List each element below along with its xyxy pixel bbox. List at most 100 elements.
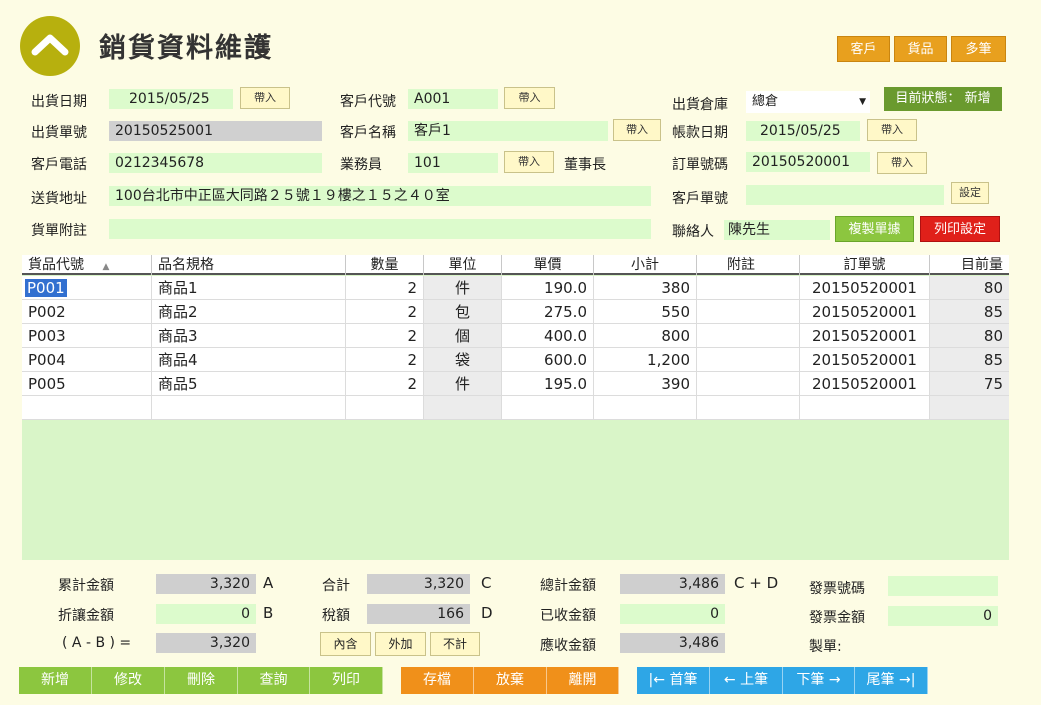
cust-code-field[interactable]: A001 <box>408 89 498 109</box>
col-header-qty[interactable]: 數量 <box>346 255 424 275</box>
first-record-button[interactable]: |← 首筆 <box>637 667 710 694</box>
cell-code[interactable] <box>22 396 152 420</box>
cell-qty[interactable] <box>346 396 424 420</box>
delete-button[interactable]: 刪除 <box>165 667 238 694</box>
cust-phone-field[interactable]: 0212345678 <box>109 153 322 173</box>
bill-date-field[interactable]: 2015/05/25 <box>746 121 860 141</box>
cust-name-import-button[interactable]: 帶入 <box>613 119 661 141</box>
cell-order[interactable]: 20150520001 <box>800 324 930 348</box>
cell-subtotal[interactable] <box>594 396 697 420</box>
cell-note[interactable] <box>697 276 800 300</box>
cell-stock[interactable]: 75 <box>930 372 1009 396</box>
table-row[interactable]: P005 商品5 2 件 195.0 390 20150520001 75 <box>22 372 1009 396</box>
cell-stock[interactable]: 85 <box>930 348 1009 372</box>
goods-button[interactable]: 貨品 <box>894 36 947 62</box>
cell-note[interactable] <box>697 348 800 372</box>
save-button[interactable]: 存檔 <box>401 667 474 694</box>
cell-price[interactable]: 190.0 <box>502 276 594 300</box>
order-no-import-button[interactable]: 帶入 <box>877 152 927 174</box>
cell-order[interactable]: 20150520001 <box>800 372 930 396</box>
cell-qty[interactable]: 2 <box>346 276 424 300</box>
next-record-button[interactable]: 下筆 → <box>783 667 855 694</box>
cell-price[interactable]: 195.0 <box>502 372 594 396</box>
table-row[interactable]: P001 商品1 2 件 190.0 380 20150520001 80 <box>22 276 1009 300</box>
table-row[interactable]: P002 商品2 2 包 275.0 550 20150520001 85 <box>22 300 1009 324</box>
col-header-stock[interactable]: 目前量 <box>930 255 1009 275</box>
cell-subtotal[interactable]: 380 <box>594 276 697 300</box>
sales-field[interactable]: 101 <box>408 153 498 173</box>
cell-order[interactable]: 20150520001 <box>800 348 930 372</box>
last-record-button[interactable]: 尾筆 →| <box>855 667 928 694</box>
cell-unit[interactable]: 個 <box>424 324 502 348</box>
col-header-name[interactable]: 品名規格 <box>152 255 346 275</box>
new-button[interactable]: 新增 <box>19 667 92 694</box>
cust-name-field[interactable]: 客戶1 <box>408 121 608 141</box>
prev-record-button[interactable]: ← 上筆 <box>710 667 783 694</box>
cell-name[interactable]: 商品1 <box>152 276 346 300</box>
cell-note[interactable] <box>697 396 800 420</box>
print-button[interactable]: 列印 <box>310 667 383 694</box>
cell-name[interactable]: 商品3 <box>152 324 346 348</box>
cell-stock[interactable]: 85 <box>930 300 1009 324</box>
address-field[interactable]: 100台北市中正區大同路２５號１９樓之１５之４０室 <box>109 186 651 206</box>
cell-name[interactable]: 商品5 <box>152 372 346 396</box>
selected-cell-text[interactable]: P001 <box>25 279 67 297</box>
note-field[interactable] <box>109 219 651 239</box>
cell-price[interactable]: 400.0 <box>502 324 594 348</box>
cell-order[interactable] <box>800 396 930 420</box>
edit-button[interactable]: 修改 <box>92 667 165 694</box>
cell-price[interactable]: 275.0 <box>502 300 594 324</box>
ship-date-import-button[interactable]: 帶入 <box>240 87 290 109</box>
table-row[interactable] <box>22 396 1009 420</box>
contact-field[interactable]: 陳先生 <box>724 220 830 240</box>
cell-order[interactable]: 20150520001 <box>800 300 930 324</box>
bill-date-import-button[interactable]: 帶入 <box>867 119 917 141</box>
cell-subtotal[interactable]: 550 <box>594 300 697 324</box>
cell-code[interactable]: P003 <box>22 324 152 348</box>
exit-button[interactable]: 離開 <box>547 667 619 694</box>
cell-subtotal[interactable]: 1,200 <box>594 348 697 372</box>
tax-exclusive-button[interactable]: 外加 <box>375 632 426 656</box>
warehouse-select[interactable]: 總倉 ▼ <box>746 91 870 113</box>
cell-code[interactable]: P001 <box>22 276 152 300</box>
cell-price[interactable]: 600.0 <box>502 348 594 372</box>
cell-note[interactable] <box>697 300 800 324</box>
col-header-unit[interactable]: 單位 <box>424 255 502 275</box>
cell-stock[interactable]: 80 <box>930 324 1009 348</box>
cell-unit[interactable] <box>424 396 502 420</box>
col-header-subtotal[interactable]: 小計 <box>594 255 697 275</box>
print-setting-button[interactable]: 列印設定 <box>920 216 1000 242</box>
multi-record-button[interactable]: 多筆 <box>951 36 1006 62</box>
cell-qty[interactable]: 2 <box>346 372 424 396</box>
cell-stock[interactable]: 80 <box>930 276 1009 300</box>
cell-qty[interactable]: 2 <box>346 324 424 348</box>
query-button[interactable]: 查詢 <box>238 667 310 694</box>
col-header-order[interactable]: 訂單號 <box>800 255 930 275</box>
discount-field[interactable]: 0 <box>156 604 256 624</box>
cell-note[interactable] <box>697 324 800 348</box>
invoice-no-field[interactable] <box>888 576 998 596</box>
cell-name[interactable]: 商品4 <box>152 348 346 372</box>
customer-button[interactable]: 客戶 <box>837 36 890 62</box>
ship-date-field[interactable]: 2015/05/25 <box>109 89 233 109</box>
received-field[interactable]: 0 <box>620 604 725 624</box>
cell-subtotal[interactable]: 800 <box>594 324 697 348</box>
items-grid[interactable]: 貨品代號 ▲ 品名規格 數量 單位 單價 小計 附註 訂單號 目前量 P001 商… <box>22 255 1009 560</box>
discard-button[interactable]: 放棄 <box>474 667 547 694</box>
order-no-field[interactable]: 20150520001 <box>746 152 870 172</box>
table-row[interactable]: P004 商品4 2 袋 600.0 1,200 20150520001 85 <box>22 348 1009 372</box>
cell-price[interactable] <box>502 396 594 420</box>
col-header-price[interactable]: 單價 <box>502 255 594 275</box>
cell-qty[interactable]: 2 <box>346 300 424 324</box>
cust-order-setting-button[interactable]: 設定 <box>951 182 989 204</box>
col-header-code[interactable]: 貨品代號 ▲ <box>22 255 152 275</box>
cell-unit[interactable]: 包 <box>424 300 502 324</box>
cell-stock[interactable] <box>930 396 1009 420</box>
table-row[interactable]: P003 商品3 2 個 400.0 800 20150520001 80 <box>22 324 1009 348</box>
sales-import-button[interactable]: 帶入 <box>504 151 554 173</box>
cell-code[interactable]: P002 <box>22 300 152 324</box>
tax-none-button[interactable]: 不計 <box>430 632 480 656</box>
tax-inclusive-button[interactable]: 內含 <box>320 632 371 656</box>
col-header-note[interactable]: 附註 <box>697 255 800 275</box>
cell-order[interactable]: 20150520001 <box>800 276 930 300</box>
